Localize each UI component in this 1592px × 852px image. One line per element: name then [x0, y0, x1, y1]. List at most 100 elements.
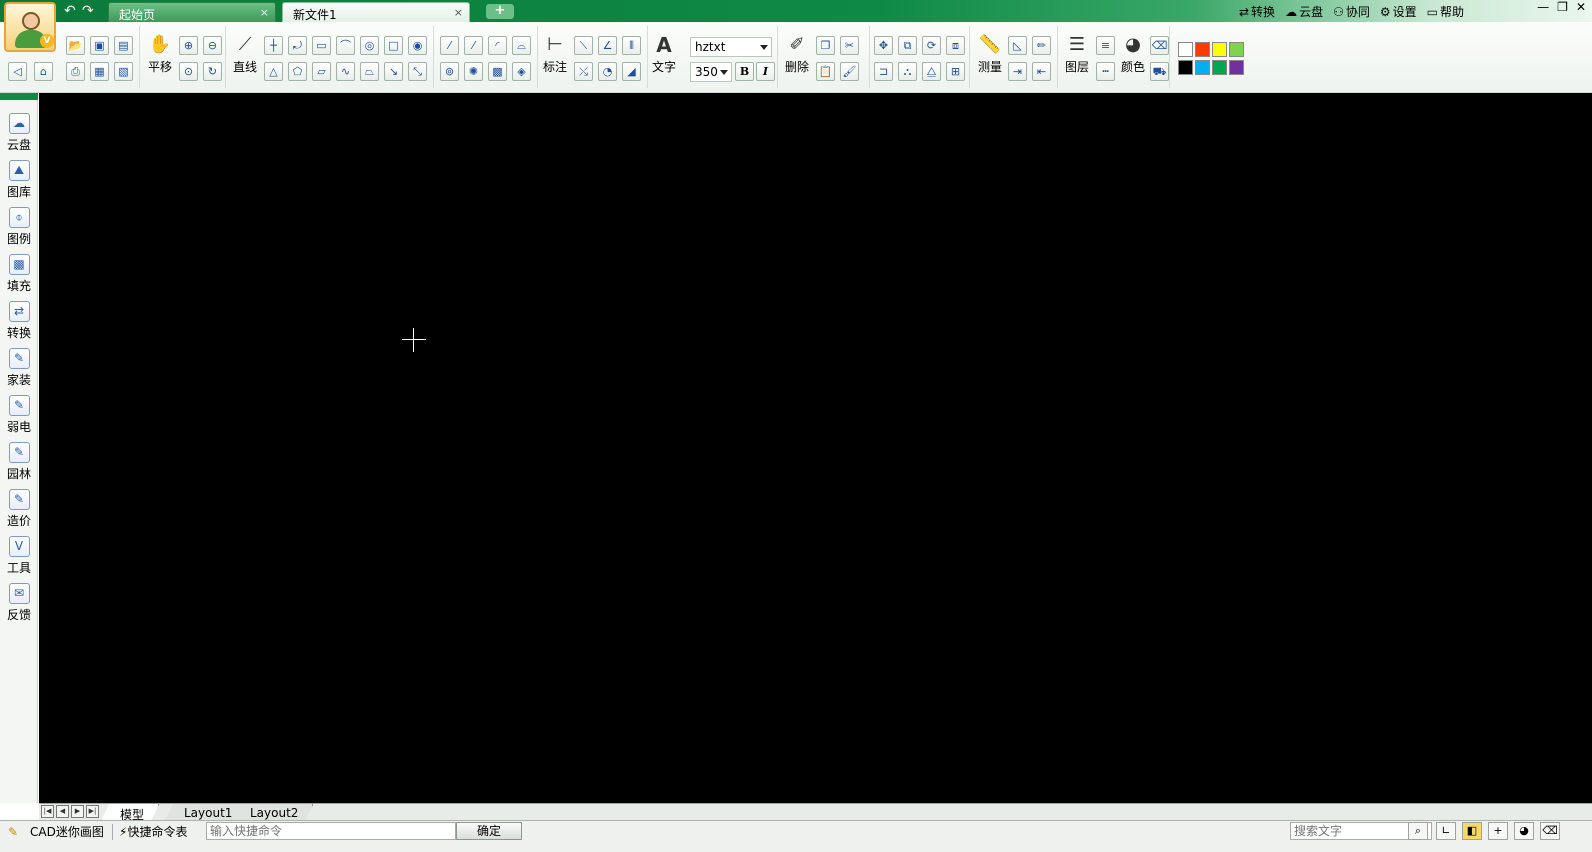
triangle-icon[interactable]: △ — [264, 62, 283, 81]
trim-icon[interactable]: ⁄ — [440, 36, 459, 55]
xline-icon[interactable]: ⤡ — [408, 62, 427, 81]
color-swatch-cyan[interactable] — [1195, 60, 1210, 75]
zoom-realtime-icon[interactable]: ↻ — [203, 62, 222, 81]
hatch-icon[interactable]: ▩ — [488, 62, 507, 81]
fillet-icon[interactable]: ◜ — [488, 36, 507, 55]
undo-icon[interactable]: ↶ — [64, 3, 76, 19]
angle-dim-icon[interactable]: ∠ — [598, 36, 617, 55]
sidebar-item-garden[interactable]: ✎ 园林 — [0, 442, 38, 482]
donut-icon[interactable]: ⊚ — [440, 62, 459, 81]
restore-icon[interactable]: ❐ — [1557, 0, 1568, 14]
print-icon[interactable]: ⎙ — [66, 62, 85, 81]
elevation-icon[interactable]: ◢ — [622, 62, 641, 81]
redo-icon[interactable]: ↷ — [82, 3, 94, 19]
close-window-icon[interactable]: ✕ — [1576, 0, 1586, 14]
car-icon[interactable]: ⛟ — [1150, 62, 1169, 81]
color-button[interactable]: ◕ 颜色 — [1120, 32, 1146, 75]
sidebar-item-convert[interactable]: ⇄ 转换 — [0, 301, 38, 341]
array-icon[interactable]: ⊞ — [946, 62, 965, 81]
parallelogram-icon[interactable]: ▱ — [312, 62, 331, 81]
open-icon[interactable]: 📂 — [66, 36, 85, 55]
text-button[interactable]: A 文字 — [650, 32, 678, 75]
dimension-button[interactable]: ⊢ 标注 — [541, 32, 569, 75]
font-select[interactable]: hztxt — [690, 37, 772, 57]
zoom-window-icon[interactable]: ⊙ — [179, 62, 198, 81]
bold-button[interactable]: B — [735, 62, 754, 81]
line-button[interactable]: ⟋ 直线 — [231, 32, 259, 75]
snap-icon[interactable]: ◧ — [1462, 822, 1482, 840]
new-tab-button[interactable]: + — [486, 4, 514, 19]
zoom-out-icon[interactable]: ⊖ — [203, 36, 222, 55]
area-icon[interactable]: ◺ — [1008, 36, 1027, 55]
clear-icon[interactable]: ⌫ — [1150, 36, 1169, 55]
sidebar-item-cloud[interactable]: ☁ 云盘 — [0, 113, 38, 153]
rotate-icon[interactable]: ⟳ — [922, 36, 941, 55]
paste-icon[interactable]: 📋 — [816, 62, 835, 81]
delete-button[interactable]: ✐ 删除 — [782, 32, 812, 75]
leader-icon[interactable]: ⤯ — [574, 62, 593, 81]
sidebar-item-feedback[interactable]: ✉ 反馈 — [0, 583, 38, 623]
polyline-icon[interactable]: ┼ — [264, 36, 283, 55]
ellipse-icon[interactable]: ◉ — [408, 36, 427, 55]
export-icon[interactable]: ▧ — [114, 62, 133, 81]
rectangle-icon[interactable]: □ — [384, 36, 403, 55]
sidebar-item-hatch[interactable]: ▩ 填充 — [0, 254, 38, 294]
radius-dim-icon[interactable]: ◔ — [598, 62, 617, 81]
circle-icon[interactable]: ◎ — [360, 36, 379, 55]
collab-link[interactable]: ⚇ 协同 — [1333, 3, 1370, 20]
save-as-icon[interactable]: ▤ — [114, 36, 133, 55]
pencil-icon[interactable]: ✏ — [1032, 36, 1051, 55]
pan-button[interactable]: ✋ 平移 — [146, 32, 174, 75]
linetype-icon[interactable]: ┅ — [1096, 62, 1115, 81]
tab-layout2[interactable]: Layout2 — [231, 804, 313, 821]
italic-button[interactable]: I — [756, 62, 775, 81]
arc-icon[interactable]: ⌒ — [336, 36, 355, 55]
search-icon[interactable]: ⌕ — [1408, 822, 1428, 840]
color-swatch-darkgreen[interactable] — [1212, 60, 1227, 75]
scale-icon[interactable]: ⧉ — [898, 36, 917, 55]
color-swatch-yellow[interactable] — [1212, 42, 1227, 57]
move-icon[interactable]: ✥ — [874, 36, 893, 55]
continue-dim-icon[interactable]: ⫴ — [622, 36, 641, 55]
convert-link[interactable]: ⇄ 转换 — [1239, 3, 1275, 20]
home-icon[interactable]: ⌂ — [34, 62, 53, 81]
avatar[interactable]: V — [4, 2, 56, 52]
sidebar-item-library[interactable]: ⛰ 图库 — [0, 160, 38, 200]
stretch-icon[interactable]: ⧈ — [946, 36, 965, 55]
eraser-toggle-icon[interactable]: ⌫ — [1540, 822, 1560, 840]
match-prop-icon[interactable]: 🖌 — [840, 62, 859, 81]
tab-model[interactable]: 模型 — [101, 804, 159, 821]
spline-icon[interactable]: ∿ — [336, 62, 355, 81]
crosshair-toggle-icon[interactable]: + — [1488, 822, 1508, 840]
chamfer-icon[interactable]: ⌓ — [512, 36, 531, 55]
color-swatch-white[interactable] — [1178, 42, 1193, 57]
color-wheel-icon[interactable]: ◕ — [1514, 822, 1534, 840]
mirror-icon[interactable]: ⧋ — [922, 62, 941, 81]
back-icon[interactable]: ◁ — [8, 62, 27, 81]
last-tab-icon[interactable]: ▶| — [86, 805, 99, 818]
ray-icon[interactable]: ↘ — [384, 62, 403, 81]
color-swatch-green[interactable] — [1229, 42, 1244, 57]
color-swatch-red[interactable] — [1195, 42, 1210, 57]
first-tab-icon[interactable]: |◀ — [41, 805, 54, 818]
minimize-icon[interactable]: — — [1537, 0, 1549, 14]
color-swatch-purple[interactable] — [1229, 60, 1244, 75]
aligned-dim-icon[interactable]: ⟍ — [574, 36, 593, 55]
lineweight-icon[interactable]: ≡ — [1096, 36, 1115, 55]
ortho-icon[interactable]: ∟ — [1436, 822, 1456, 840]
confirm-button[interactable]: 确定 — [456, 822, 522, 840]
sidebar-item-home-decor[interactable]: ✎ 家装 — [0, 348, 38, 388]
color-swatch-black[interactable] — [1178, 60, 1193, 75]
cut-icon[interactable]: ✂ — [840, 36, 859, 55]
text-size-select[interactable]: 350 — [690, 62, 732, 82]
double-line-icon[interactable]: ▭ — [312, 36, 331, 55]
offset-icon[interactable]: ⊐ — [874, 62, 893, 81]
zoom-in-icon[interactable]: ⊕ — [179, 36, 198, 55]
export-block-icon[interactable]: ⇤ — [1032, 62, 1051, 81]
cloud-line-icon[interactable]: ✺ — [464, 62, 483, 81]
arc-polyline-icon[interactable]: ⤾ — [288, 36, 307, 55]
pdf-icon[interactable]: ▦ — [90, 62, 109, 81]
import-icon[interactable]: ⇥ — [1008, 62, 1027, 81]
extend-icon[interactable]: ⁄ — [464, 36, 483, 55]
close-icon[interactable]: × — [454, 6, 463, 19]
